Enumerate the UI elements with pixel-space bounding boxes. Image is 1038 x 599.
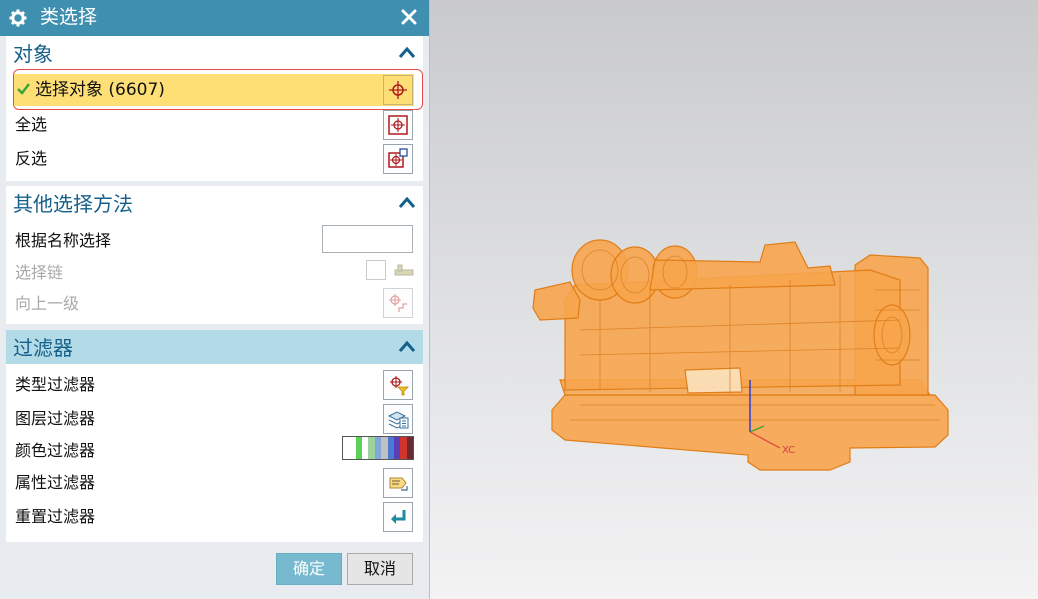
attribute-filter-button[interactable] xyxy=(383,468,413,498)
section-object-header[interactable]: 对象 xyxy=(6,36,423,70)
invert-selection-button[interactable] xyxy=(383,144,413,174)
dialog-title: 类选择 xyxy=(40,6,98,28)
type-filter-row[interactable]: 类型过滤器 xyxy=(6,370,423,400)
title-bar[interactable]: 类选择 xyxy=(0,0,429,36)
chevron-up-icon[interactable] xyxy=(398,45,416,59)
section-title: 对象 xyxy=(13,42,53,66)
attribute-filter-row[interactable]: 属性过滤器 xyxy=(6,468,423,498)
select-object-row[interactable]: 选择对象 (6607) xyxy=(14,74,414,106)
up-one-level-button[interactable] xyxy=(383,288,413,318)
attribute-filter-label: 属性过滤器 xyxy=(15,473,96,492)
select-all-row[interactable]: 全选 xyxy=(6,110,423,140)
up-level-icon xyxy=(389,294,407,312)
select-object-button[interactable] xyxy=(383,75,413,105)
section-filters: 过滤器 类型过滤器 图层过滤器 颜色过滤器 属性过滤器 重置过滤器 xyxy=(6,330,423,542)
cancel-button[interactable]: 取消 xyxy=(347,553,413,585)
ok-button[interactable]: 确定 xyxy=(276,553,342,585)
chevron-up-icon[interactable] xyxy=(398,339,416,353)
graphics-viewport[interactable]: XC xyxy=(430,0,1038,599)
axis-label-xc: XC xyxy=(782,445,796,456)
layer-filter-row[interactable]: 图层过滤器 xyxy=(6,404,423,434)
section-title: 其他选择方法 xyxy=(13,192,133,216)
select-by-name-label: 根据名称选择 xyxy=(15,231,112,250)
gear-icon xyxy=(9,9,27,27)
name-input[interactable] xyxy=(322,225,413,253)
type-filter-button[interactable] xyxy=(383,370,413,400)
reset-filter-button[interactable] xyxy=(383,502,413,532)
select-all-icon xyxy=(388,115,408,135)
color-filter-swatch[interactable] xyxy=(342,436,414,460)
section-other-methods: 其他选择方法 根据名称选择 选择链 向上一级 xyxy=(6,186,423,324)
section-object: 对象 选择对象 (6607) 全选 反选 xyxy=(6,36,423,181)
section-other-methods-header[interactable]: 其他选择方法 xyxy=(6,186,423,220)
section-filters-header[interactable]: 过滤器 xyxy=(6,330,423,364)
crosshair-icon xyxy=(389,81,407,99)
invert-selection-row[interactable]: 反选 xyxy=(6,144,423,174)
section-title: 过滤器 xyxy=(13,336,73,360)
select-chain-label: 选择链 xyxy=(15,263,64,282)
color-filter-label: 颜色过滤器 xyxy=(15,441,96,460)
layer-filter-label: 图层过滤器 xyxy=(15,409,96,428)
attribute-filter-icon xyxy=(389,477,408,491)
chevron-up-icon[interactable] xyxy=(398,195,416,209)
reset-arrow-icon xyxy=(391,510,406,524)
layer-filter-icon xyxy=(387,411,409,429)
select-chain-checkbox[interactable] xyxy=(366,260,386,280)
model-render[interactable] xyxy=(430,0,1038,599)
checkmark-icon xyxy=(17,83,30,95)
reset-filter-row[interactable]: 重置过滤器 xyxy=(6,502,423,532)
chain-icon xyxy=(394,264,414,276)
up-one-level-row: 向上一级 xyxy=(6,289,423,319)
invert-selection-icon xyxy=(388,148,408,168)
select-all-button[interactable] xyxy=(383,110,413,140)
close-icon[interactable] xyxy=(400,8,418,26)
type-filter-label: 类型过滤器 xyxy=(15,375,96,394)
type-filter-icon xyxy=(390,376,409,396)
select-chain-row: 选择链 xyxy=(6,258,423,288)
reset-filter-label: 重置过滤器 xyxy=(15,507,96,526)
select-object-label: 选择对象 (6607) xyxy=(35,80,165,100)
select-all-label: 全选 xyxy=(15,115,48,134)
up-one-level-label: 向上一级 xyxy=(15,294,80,313)
class-selection-dialog: 类选择 对象 选择对象 (6607) 全选 反选 其他选择方法 根据名称选择 选… xyxy=(0,0,430,599)
layer-filter-button[interactable] xyxy=(383,404,413,434)
invert-selection-label: 反选 xyxy=(15,149,48,168)
